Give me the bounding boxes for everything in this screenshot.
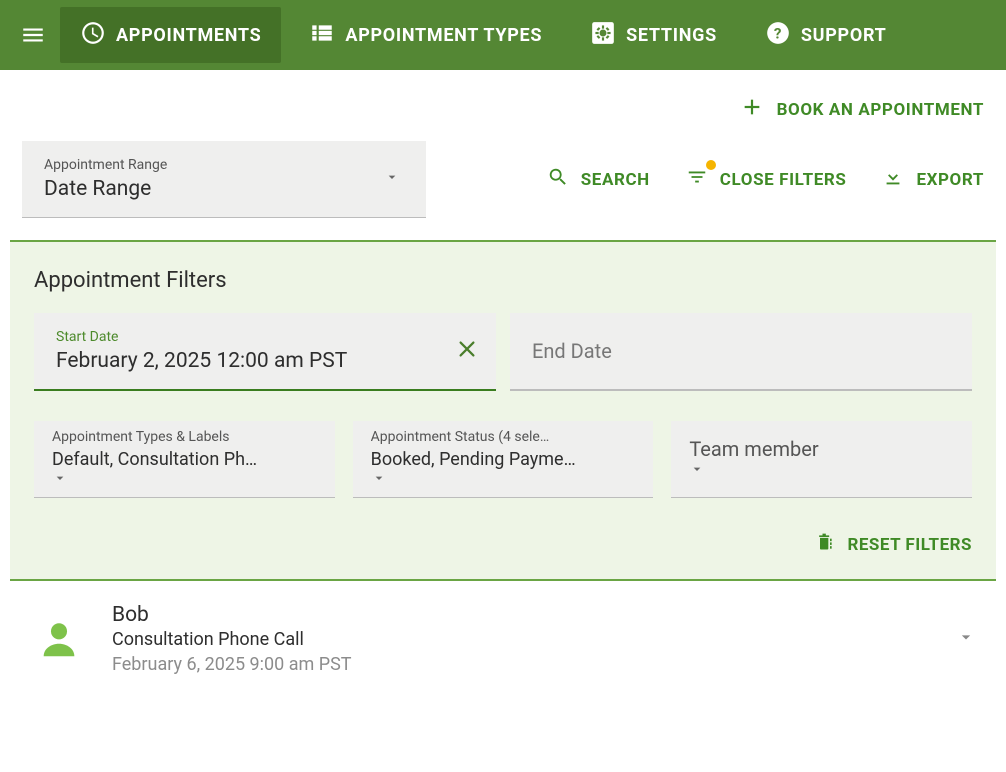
appointment-status-select[interactable]: Appointment Status (4 sele… Booked, Pend… — [353, 421, 654, 498]
filters-title: Appointment Filters — [34, 268, 972, 293]
filters-panel: Appointment Filters Start Date February … — [10, 240, 996, 581]
appointment-time: February 6, 2025 9:00 am PST — [112, 654, 932, 675]
book-appointment-button[interactable]: BOOK AN APPOINTMENT — [741, 96, 984, 123]
chevron-down-icon — [689, 461, 954, 481]
help-icon: ? — [765, 20, 791, 51]
plus-icon — [741, 96, 763, 123]
nav-appointment-types[interactable]: APPOINTMENT TYPES — [289, 7, 562, 63]
close-filters-button[interactable]: CLOSE FILTERS — [686, 166, 847, 193]
appointment-type: Consultation Phone Call — [112, 629, 932, 650]
appointment-name: Bob — [112, 603, 932, 627]
end-date-field[interactable]: End Date — [510, 313, 972, 391]
search-icon — [547, 166, 569, 193]
appointment-row[interactable]: Bob Consultation Phone Call February 6, … — [0, 581, 1006, 675]
download-icon — [882, 166, 904, 193]
filter-badge-dot — [706, 160, 716, 170]
chevron-down-icon — [384, 169, 400, 189]
nav-support[interactable]: ? SUPPORT — [745, 7, 907, 63]
nav-support-label: SUPPORT — [801, 25, 887, 46]
trash-icon — [815, 532, 835, 557]
status-select-label: Appointment Status (4 sele… — [371, 429, 636, 445]
range-value: Date Range — [44, 177, 404, 201]
list-icon — [309, 20, 335, 51]
start-date-field[interactable]: Start Date February 2, 2025 12:00 am PST — [34, 313, 496, 391]
types-select-label: Appointment Types & Labels — [52, 429, 317, 445]
end-date-label: End Date — [532, 339, 950, 363]
top-nav: APPOINTMENTS APPOINTMENT TYPES SETTINGS … — [0, 0, 1006, 70]
book-appointment-label: BOOK AN APPOINTMENT — [777, 100, 984, 120]
nav-settings[interactable]: SETTINGS — [570, 7, 737, 63]
avatar-icon — [30, 616, 88, 662]
nav-settings-label: SETTINGS — [626, 25, 717, 46]
gear-icon — [590, 20, 616, 51]
status-select-value: Booked, Pending Payme… — [371, 449, 636, 470]
expand-appointment-button[interactable] — [956, 627, 976, 651]
svg-text:?: ? — [774, 24, 782, 42]
filter-icon — [686, 166, 708, 193]
nav-appointments[interactable]: APPOINTMENTS — [60, 7, 281, 63]
export-label: EXPORT — [916, 170, 984, 190]
start-date-value: February 2, 2025 12:00 am PST — [56, 349, 474, 373]
chevron-down-icon — [371, 470, 636, 490]
chevron-down-icon — [52, 470, 317, 490]
nav-appointments-label: APPOINTMENTS — [116, 25, 261, 46]
subbar: BOOK AN APPOINTMENT — [0, 70, 1006, 123]
close-filters-label: CLOSE FILTERS — [720, 170, 847, 190]
types-select-value: Default, Consultation Ph… — [52, 449, 317, 470]
appointment-info: Bob Consultation Phone Call February 6, … — [112, 603, 932, 675]
start-date-label: Start Date — [56, 329, 474, 345]
export-button[interactable]: EXPORT — [882, 166, 984, 193]
reset-filters-label: RESET FILTERS — [847, 535, 972, 555]
clear-start-date-button[interactable] — [456, 338, 478, 364]
appointment-types-select[interactable]: Appointment Types & Labels Default, Cons… — [34, 421, 335, 498]
nav-appointment-types-label: APPOINTMENT TYPES — [345, 25, 542, 46]
range-label: Appointment Range — [44, 157, 404, 173]
menu-icon[interactable] — [14, 16, 52, 54]
toolbar-row: Appointment Range Date Range SEARCH CLOS… — [0, 123, 1006, 232]
reset-filters-button[interactable]: RESET FILTERS — [815, 532, 972, 557]
clock-icon — [80, 20, 106, 51]
search-label: SEARCH — [581, 170, 650, 190]
search-button[interactable]: SEARCH — [547, 166, 650, 193]
team-member-placeholder: Team member — [689, 437, 954, 461]
appointment-range-select[interactable]: Appointment Range Date Range — [22, 141, 426, 218]
team-member-select[interactable]: Team member — [671, 421, 972, 498]
